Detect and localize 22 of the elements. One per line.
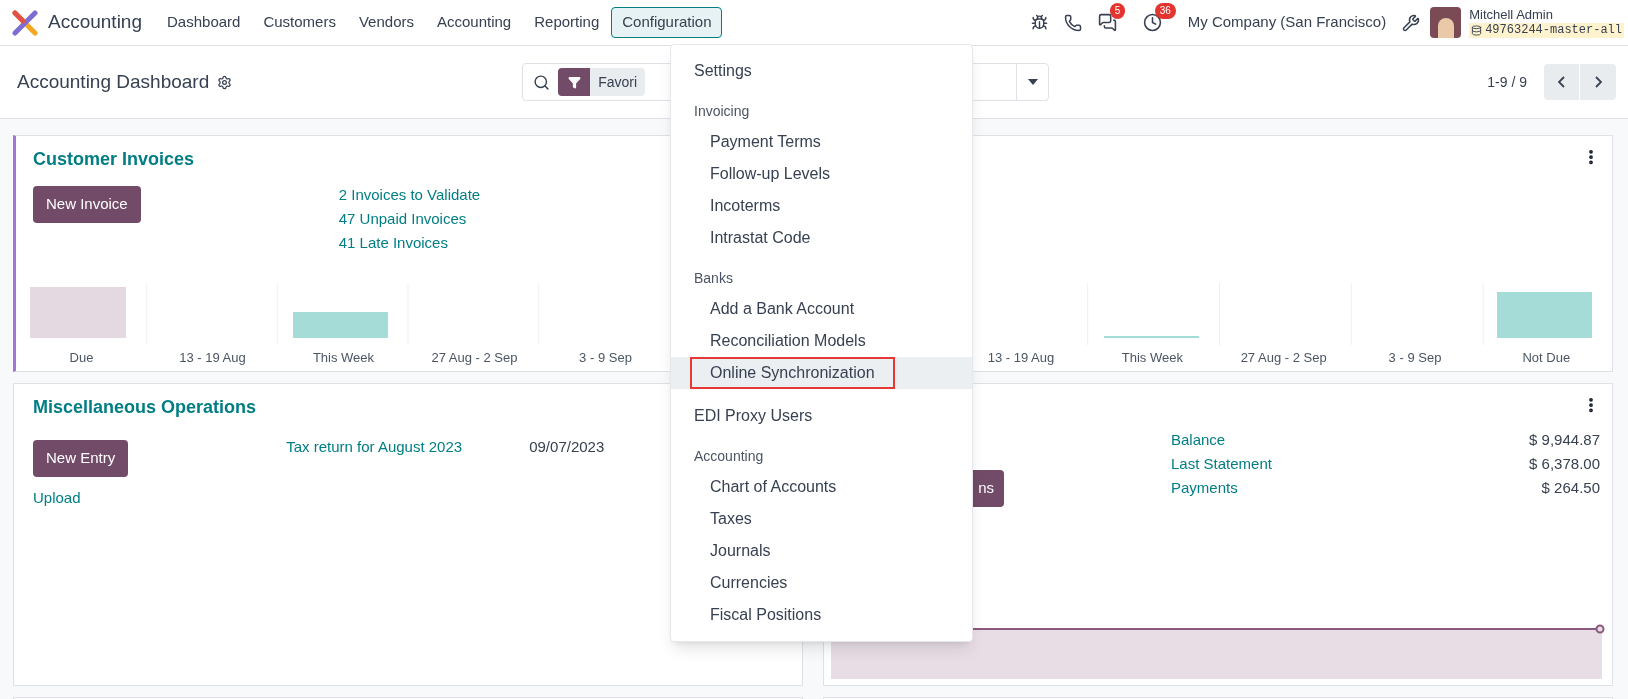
chart-axis-label: 27 Aug - 2 Sep [1239,349,1328,368]
chart-axis-label: 13 - 19 Aug [178,349,247,368]
stat-value: $ 6,378.00 [1529,454,1600,474]
menu-section-header: Accounting [693,446,765,466]
entry-date: 09/07/2023 [529,437,605,457]
chart-axis-label: 13 - 19 Aug [986,349,1056,368]
notification-badge: 36 [1154,3,1176,19]
facet-label: Favori [597,72,639,92]
chart-axis-label: Due [68,349,95,368]
chart-axis-label: 3 - 9 Sep [578,349,633,368]
chart-axis-label: Not Due [1521,349,1572,368]
chart-axis-label: 27 Aug - 2 Sep [430,349,519,368]
chart-axis-label: 3 - 9 Sep [1387,349,1443,368]
chart-axis-label: This Week [1120,349,1184,368]
notification-badge: 5 [1109,3,1126,19]
menu-section-header: Invoicing [693,101,751,121]
page-title: Accounting Dashboard [17,69,210,94]
database-name: 49763244-master-all [1485,23,1622,39]
menu-section-header: Banks [693,268,734,288]
chart-axis-label: This Week [311,349,376,368]
stat-value: $ 264.50 [1541,478,1600,498]
stat-value: $ 9,944.87 [1529,430,1600,450]
